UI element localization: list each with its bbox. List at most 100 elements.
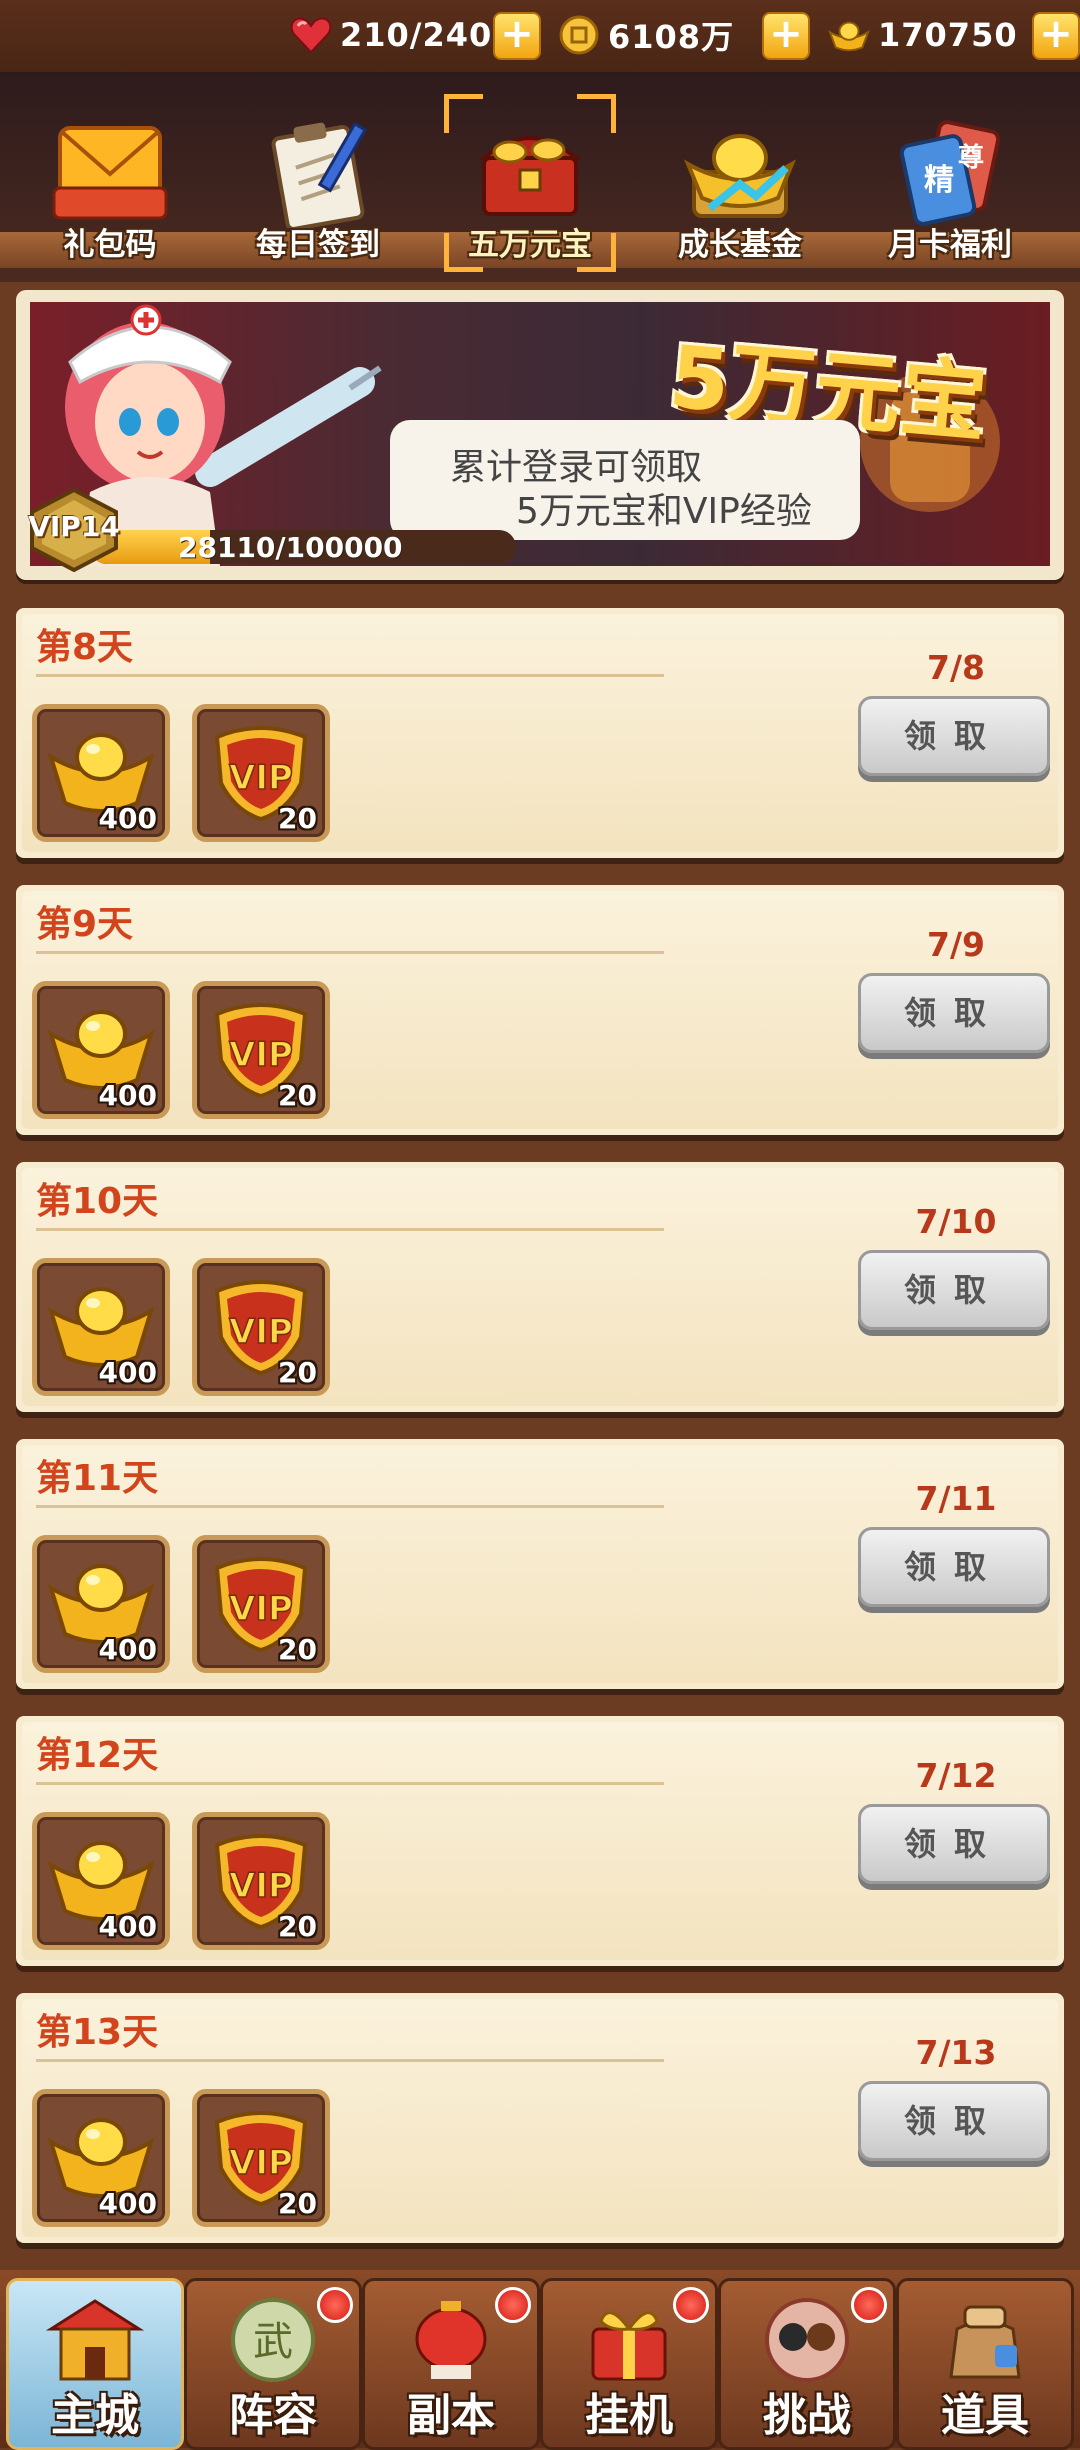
claim-button[interactable]: 领取 — [858, 696, 1050, 776]
item-quantity: 20 — [278, 802, 317, 835]
reward-item-vip-exp[interactable]: VIP 20 — [192, 2089, 330, 2227]
card-icon: 精 尊 — [899, 120, 1001, 226]
banner-description: 累计登录可领取 5万元宝和VIP经验 — [450, 446, 812, 534]
tab-fifty-thousand-ingots[interactable]: 五万元宝 — [430, 94, 630, 272]
notification-dot — [673, 2287, 709, 2323]
stamina-value: 210/240 — [340, 16, 493, 54]
item-quantity: 20 — [278, 1910, 317, 1943]
day-title: 第11天 — [36, 1458, 159, 1499]
reward-card: 第13天 7/13 领取 400 VIP 20 — [16, 1993, 1064, 2243]
ingots-display: 170750 — [828, 10, 1018, 60]
divider — [36, 1228, 664, 1231]
add-stamina-button[interactable]: + — [493, 12, 541, 60]
reward-item-ingot[interactable]: 400 — [32, 1535, 170, 1673]
vip-level: VIP14 — [28, 510, 120, 543]
nav-label: 阵容 — [229, 2390, 317, 2441]
tab-label: 五万元宝 — [468, 227, 592, 263]
nav-items-button[interactable]: 道具 — [896, 2278, 1074, 2450]
treasure-chest-icon — [478, 136, 582, 216]
banner-line-1: 累计登录可领取 — [450, 447, 703, 488]
day-title: 第10天 — [36, 1181, 159, 1222]
items-bag-icon — [949, 2305, 1021, 2379]
clipboard-icon — [271, 121, 368, 228]
nav-label: 主城 — [51, 2390, 139, 2441]
tab-label: 礼包码 — [63, 227, 157, 263]
claim-button[interactable]: 领取 — [858, 1250, 1050, 1330]
day-title: 第12天 — [36, 1735, 159, 1776]
nav-lineup-button[interactable]: 武阵容 — [184, 2278, 362, 2450]
reward-item-vip-exp[interactable]: VIP 20 — [192, 1258, 330, 1396]
divider — [36, 2059, 664, 2062]
reward-item-vip-exp[interactable]: VIP 20 — [192, 1535, 330, 1673]
item-quantity: 400 — [98, 1079, 157, 1112]
login-progress: 7/13 — [915, 2033, 997, 2072]
day-title: 第13天 — [36, 2012, 159, 2053]
nav-main-city-button[interactable]: 主城 — [6, 2278, 184, 2450]
item-quantity: 400 — [98, 802, 157, 835]
item-quantity: 400 — [98, 1633, 157, 1666]
stamina-display: 210/240 — [290, 10, 492, 60]
reward-item-ingot[interactable]: 400 — [32, 1812, 170, 1950]
reward-item-ingot[interactable]: 400 — [32, 2089, 170, 2227]
add-ingots-button[interactable]: + — [1032, 12, 1080, 60]
divider — [36, 674, 664, 677]
ingots-value: 170750 — [878, 16, 1018, 54]
dungeon-lantern-icon — [415, 2301, 487, 2379]
tab-gift-code[interactable]: 礼包码 — [10, 110, 210, 270]
tab-growth-fund[interactable]: 成长基金 — [640, 110, 840, 270]
svg-text:VIP: VIP — [229, 2143, 293, 2183]
idle-gift-icon — [591, 2311, 667, 2381]
heart-icon — [290, 14, 332, 56]
claim-button[interactable]: 领取 — [858, 1527, 1050, 1607]
nav-label: 挑战 — [763, 2390, 851, 2441]
claim-button[interactable]: 领取 — [858, 973, 1050, 1053]
day-title: 第8天 — [36, 627, 134, 668]
item-quantity: 20 — [278, 1079, 317, 1112]
challenge-warriors-icon — [765, 2298, 849, 2382]
day-title: 第9天 — [36, 904, 134, 945]
coin-icon — [558, 14, 600, 56]
tab-daily-signin[interactable]: 每日签到 — [218, 110, 418, 270]
nav-challenge-button[interactable]: 挑战 — [718, 2278, 896, 2450]
login-progress: 7/11 — [915, 1479, 997, 1518]
add-coins-button[interactable]: + — [762, 12, 810, 60]
svg-text:尊: 尊 — [958, 142, 984, 173]
nav-label: 道具 — [941, 2390, 1029, 2441]
reward-item-ingot[interactable]: 400 — [32, 704, 170, 842]
login-progress: 7/10 — [915, 1202, 997, 1241]
nav-label: 挂机 — [585, 2390, 673, 2441]
svg-text:VIP: VIP — [229, 1312, 293, 1352]
reward-item-vip-exp[interactable]: VIP 20 — [192, 1812, 330, 1950]
gold-ingot-chart-icon — [683, 134, 797, 218]
lineup-shield-icon: 武 — [231, 2298, 315, 2382]
tab-label: 成长基金 — [678, 227, 802, 263]
item-quantity: 20 — [278, 2187, 317, 2220]
claim-button[interactable]: 领取 — [858, 1804, 1050, 1884]
reward-card: 第9天 7/9 领取 400 VIP 20 — [16, 885, 1064, 1135]
claim-button[interactable]: 领取 — [858, 2081, 1050, 2161]
reward-card: 第12天 7/12 领取 400 VIP 20 — [16, 1716, 1064, 1966]
item-quantity: 20 — [278, 1356, 317, 1389]
login-progress: 7/9 — [927, 925, 985, 964]
tab-monthly-card[interactable]: 精 尊 月卡福利 — [850, 110, 1050, 270]
item-quantity: 400 — [98, 1910, 157, 1943]
nav-dungeon-button[interactable]: 副本 — [362, 2278, 540, 2450]
vip-progress-text: 28110/100000 — [178, 531, 403, 564]
login-progress: 7/12 — [915, 1756, 997, 1795]
envelope-icon — [52, 126, 168, 220]
gold-ingot-icon — [828, 14, 870, 56]
item-quantity: 400 — [98, 2187, 157, 2220]
svg-text:武: 武 — [253, 2319, 293, 2365]
nav-idle-button[interactable]: 挂机 — [540, 2278, 718, 2450]
notification-dot — [317, 2287, 353, 2323]
coins-value: 6108万 — [608, 18, 735, 56]
item-quantity: 400 — [98, 1356, 157, 1389]
svg-text:VIP: VIP — [229, 1866, 293, 1906]
reward-item-ingot[interactable]: 400 — [32, 1258, 170, 1396]
notification-dot — [851, 2287, 887, 2323]
divider — [36, 1782, 664, 1785]
reward-item-ingot[interactable]: 400 — [32, 981, 170, 1119]
reward-item-vip-exp[interactable]: VIP 20 — [192, 704, 330, 842]
svg-text:VIP: VIP — [229, 1035, 293, 1075]
reward-item-vip-exp[interactable]: VIP 20 — [192, 981, 330, 1119]
